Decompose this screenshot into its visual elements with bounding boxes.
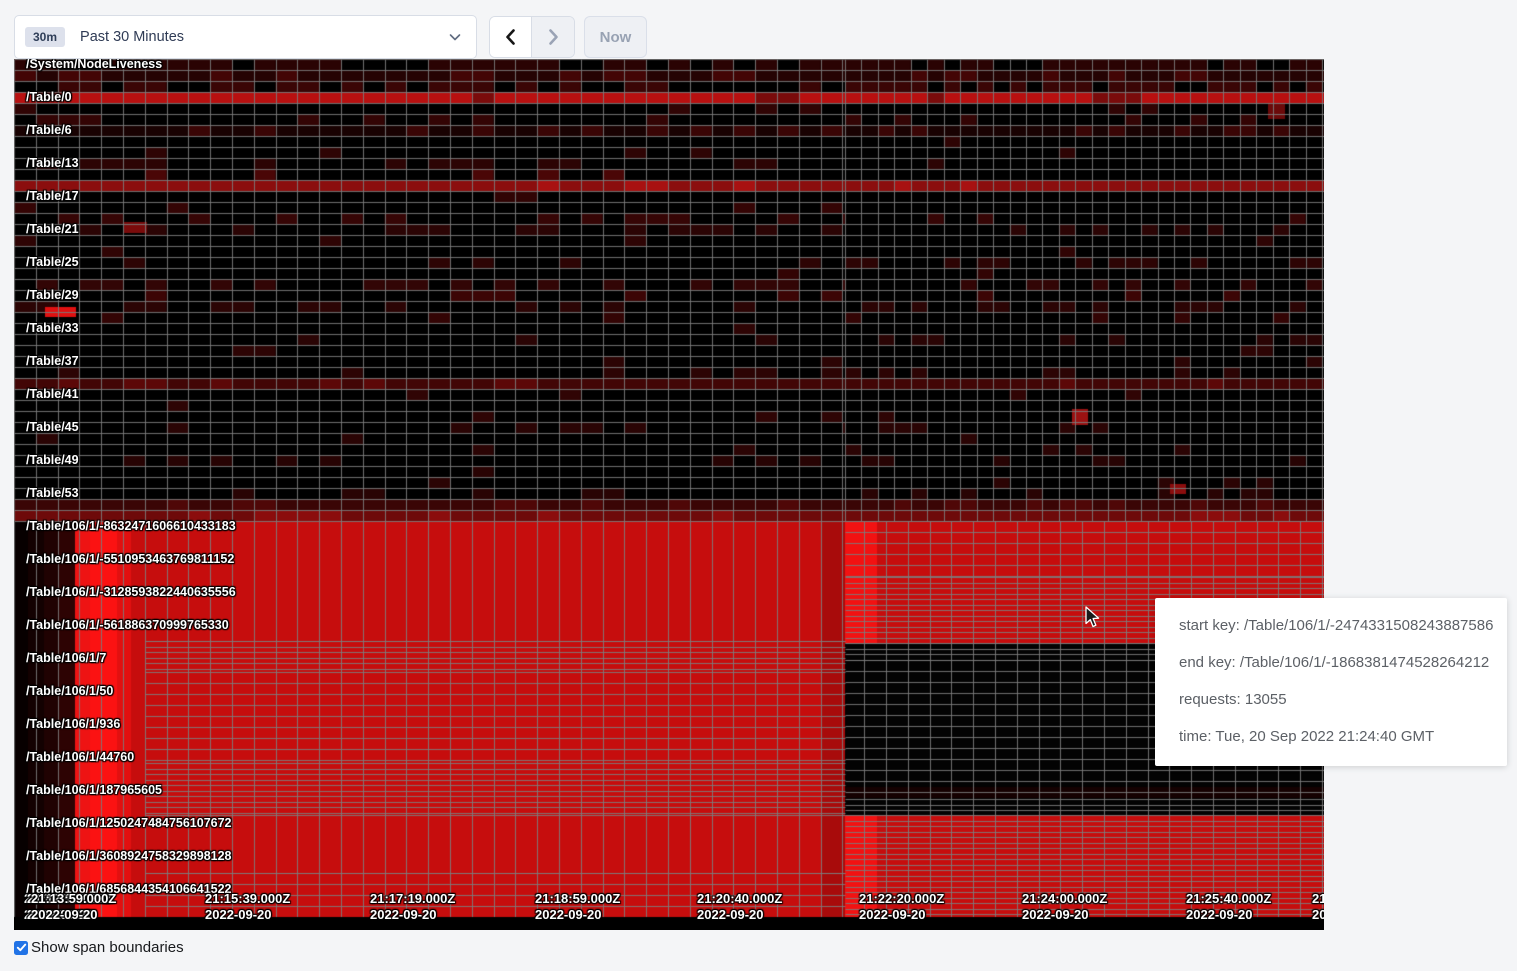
duration-badge: 30m — [25, 27, 65, 47]
tooltip-requests: requests: 13055 — [1179, 681, 1497, 718]
tooltip-time: time: Tue, 20 Sep 2022 21:24:40 GMT — [1179, 718, 1497, 755]
time-range-dropdown[interactable]: 30m Past 30 Minutes — [14, 15, 477, 59]
tooltip-start-key: start key: /Table/106/1/-247433150824388… — [1179, 607, 1497, 644]
next-timespan-button[interactable] — [532, 17, 574, 57]
chevron-right-icon — [545, 28, 561, 46]
show-span-boundaries-label: Show span boundaries — [31, 939, 184, 956]
now-button[interactable]: Now — [584, 16, 647, 58]
check-icon — [16, 942, 27, 953]
time-range-label: Past 30 Minutes — [80, 29, 448, 45]
previous-timespan-button[interactable] — [490, 17, 532, 57]
tooltip-end-key: end key: /Table/106/1/-18683814745282642… — [1179, 644, 1497, 681]
show-span-boundaries-checkbox[interactable] — [14, 941, 28, 955]
key-visualizer-canvas[interactable] — [14, 59, 1324, 930]
chevron-left-icon — [503, 28, 519, 46]
key-visualizer-page: 30m Past 30 Minutes Now /System/NodeLive… — [0, 0, 1517, 971]
time-nav-button-group — [489, 16, 575, 58]
key-visualizer-heatmap[interactable]: /System/NodeLiveness/Table/0/Table/6/Tab… — [14, 59, 1324, 930]
chevron-down-icon — [448, 30, 462, 44]
span-tooltip: start key: /Table/106/1/-247433150824388… — [1155, 598, 1507, 766]
span-boundaries-control: Show span boundaries — [14, 939, 184, 956]
